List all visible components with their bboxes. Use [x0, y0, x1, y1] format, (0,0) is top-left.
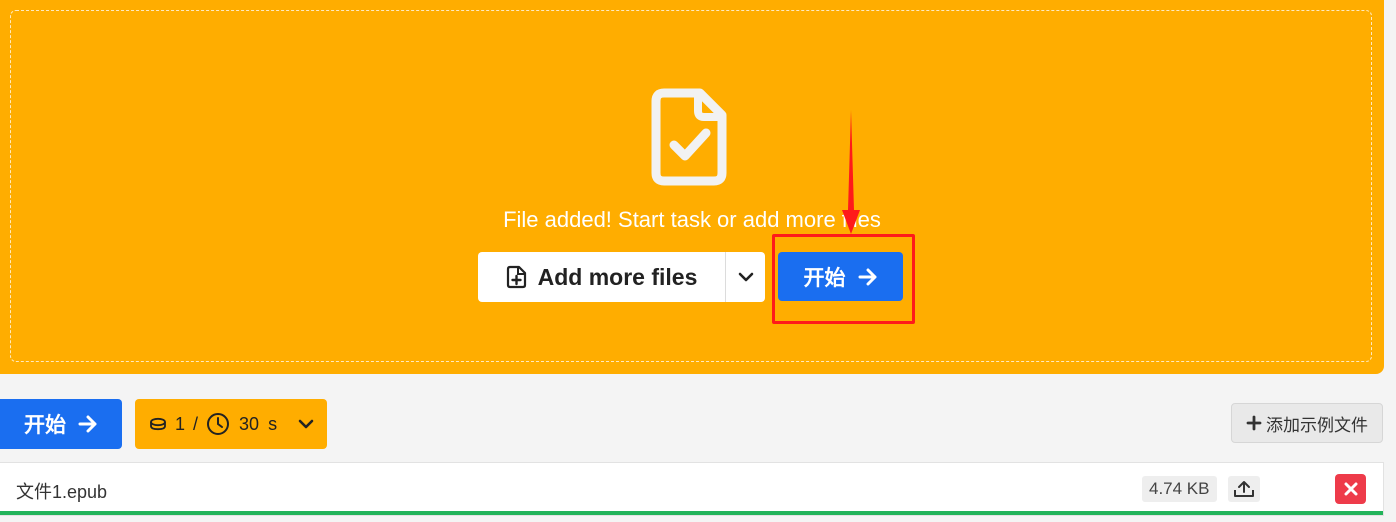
chevron-down-icon [297, 418, 315, 430]
add-example-file-button[interactable]: 添加示例文件 [1231, 403, 1383, 443]
clock-icon [207, 413, 230, 435]
upload-icon [1234, 481, 1254, 497]
file-size-badge: 4.74 KB [1142, 476, 1217, 502]
coins-icon [150, 417, 166, 431]
file-dropzone[interactable]: File added! Start task or add more files… [0, 0, 1384, 374]
annotation-highlight-box [772, 234, 915, 324]
upload-progress-bar [0, 511, 1383, 515]
credits-value: 1 [175, 413, 186, 434]
file-check-icon [651, 88, 727, 186]
time-unit: s [268, 413, 278, 434]
remove-file-button[interactable] [1335, 474, 1366, 504]
add-more-files-group: Add more files [478, 252, 765, 302]
file-name: 文件1.epub [16, 482, 108, 502]
credits-time-button[interactable]: 1 / 30 s [135, 399, 327, 449]
annotation-arrow-icon [842, 110, 860, 234]
arrow-right-icon [78, 415, 97, 433]
start-task-button-secondary[interactable]: 开始 [0, 399, 122, 449]
add-more-files-label: Add more files [537, 263, 698, 290]
start-button-label: 开始 [24, 414, 66, 437]
file-list-item: 文件1.epub 4.74 KB [0, 462, 1384, 516]
add-source-dropdown-toggle[interactable] [726, 252, 765, 302]
upload-file-button[interactable] [1228, 476, 1260, 502]
drop-status-message: File added! Start task or add more files [503, 207, 881, 232]
close-icon [1344, 482, 1357, 496]
plus-icon [1246, 415, 1262, 431]
add-more-files-button[interactable]: Add more files [478, 252, 726, 302]
file-plus-icon [506, 265, 526, 289]
add-example-file-label: 添加示例文件 [1266, 415, 1368, 435]
credits-separator: / [193, 413, 199, 434]
chevron-down-icon [738, 272, 753, 282]
time-value: 30 [239, 413, 260, 434]
